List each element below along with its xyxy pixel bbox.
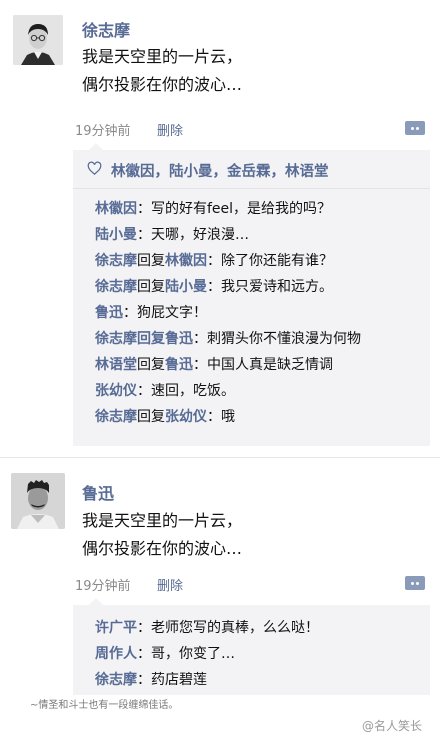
comment-row[interactable]: 徐志摩回复鲁迅：刺猬头你不懂浪漫为何物 <box>73 326 430 352</box>
author-name[interactable]: 鲁迅 <box>82 480 114 504</box>
footer-caption: ~情圣和斗士也有一段缠绵佳话。 <box>30 700 179 711</box>
avatar[interactable] <box>13 15 63 65</box>
heart-icon <box>87 161 102 175</box>
more-options-button[interactable] <box>405 576 425 590</box>
post-line: 我是天空里的一片云， <box>82 511 243 530</box>
author-name[interactable]: 徐志摩 <box>82 17 130 41</box>
comment-row[interactable]: 徐志摩回复张幼仪：哦 <box>73 404 430 430</box>
more-options-button[interactable] <box>405 121 425 135</box>
comment-row[interactable]: 周作人：哥，你变了… <box>73 641 430 667</box>
comment-row[interactable]: 林语堂回复鲁迅：中国人真是缺乏情调 <box>73 352 430 378</box>
comment-row[interactable]: 林徽因：写的好有feel，是给我的吗？ <box>73 196 430 222</box>
likes-names[interactable]: 林徽因，陆小曼，金岳霖，林语堂 <box>111 160 329 181</box>
moment-post-lu: 鲁迅 我是天空里的一片云， 偶尔投影在你的波心… 19分钟前 删除 许广平：老师… <box>0 458 440 698</box>
comment-row[interactable]: 徐志摩回复林徽因：除了你还能有谁？ <box>73 248 430 274</box>
comment-row[interactable]: 徐志摩回复陆小曼：我只爱诗和远方。 <box>73 274 430 300</box>
post-text: 我是天空里的一片云， 偶尔投影在你的波心… <box>82 43 242 99</box>
watermark: @名人笑长 <box>361 719 422 733</box>
post-time: 19分钟前 <box>75 124 131 139</box>
post-line: 偶尔投影在你的波心… <box>82 539 243 558</box>
comment-row[interactable]: 鲁迅：狗屁文字！ <box>73 300 430 326</box>
likes-row: 林徽因，陆小曼，金岳霖，林语堂 <box>73 150 430 189</box>
avatar[interactable] <box>11 473 65 529</box>
comment-row[interactable]: 张幼仪：速回，吃饭。 <box>73 378 430 404</box>
comment-row[interactable]: 徐志摩：药店碧莲 <box>73 667 430 693</box>
comment-box: 林徽因，陆小曼，金岳霖，林语堂 林徽因：写的好有feel，是给我的吗？ 陆小曼：… <box>73 143 430 446</box>
comment-box: 许广平：老师您写的真棒，么么哒！ 周作人：哥，你变了… 徐志摩：药店碧莲 <box>73 598 430 695</box>
delete-link[interactable]: 删除 <box>157 120 183 139</box>
moment-post-xu: 徐志摩 我是天空里的一片云， 偶尔投影在你的波心… 19分钟前 删除 林徽因，陆… <box>0 0 440 470</box>
comment-list: 林徽因：写的好有feel，是给我的吗？ 陆小曼：天哪，好浪漫… 徐志摩回复林徽因… <box>73 189 430 430</box>
post-time: 19分钟前 <box>75 579 131 594</box>
post-line: 我是天空里的一片云， <box>82 47 243 66</box>
post-text: 我是天空里的一片云， 偶尔投影在你的波心… <box>82 507 242 563</box>
post-line: 偶尔投影在你的波心… <box>82 75 243 94</box>
comment-row[interactable]: 许广平：老师您写的真棒，么么哒！ <box>73 615 430 641</box>
comment-list: 许广平：老师您写的真棒，么么哒！ 周作人：哥，你变了… 徐志摩：药店碧莲 <box>73 605 430 693</box>
delete-link[interactable]: 删除 <box>157 575 183 594</box>
comment-row[interactable]: 陆小曼：天哪，好浪漫… <box>73 222 430 248</box>
